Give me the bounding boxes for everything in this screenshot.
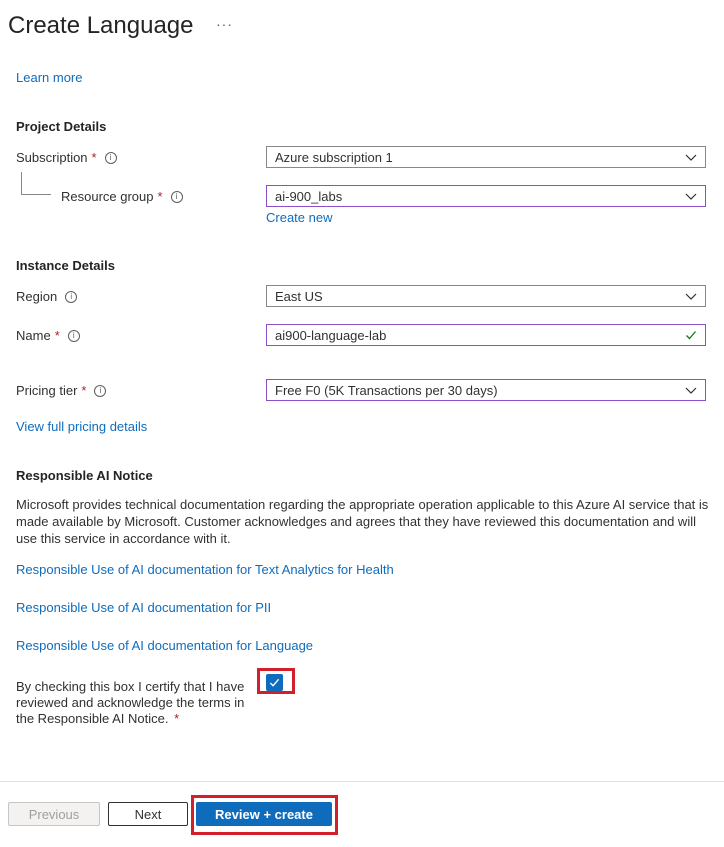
- subscription-dropdown[interactable]: Azure subscription 1: [266, 146, 706, 168]
- region-value: East US: [275, 288, 323, 304]
- name-value: ai900-language-lab: [275, 327, 387, 343]
- responsible-ai-notice-text: Microsoft provides technical documentati…: [16, 497, 709, 546]
- required-marker: *: [54, 328, 60, 343]
- responsible-ai-heading: Responsible AI Notice: [16, 468, 153, 483]
- resource-group-dropdown[interactable]: ai-900_labs: [266, 185, 706, 207]
- required-marker: *: [157, 189, 163, 204]
- name-label: Name * i: [16, 328, 80, 343]
- name-label-text: Name: [16, 328, 51, 343]
- region-label-text: Region: [16, 289, 58, 304]
- required-marker: *: [91, 150, 97, 165]
- create-new-link[interactable]: Create new: [266, 210, 332, 225]
- pricing-tier-label: Pricing tier * i: [16, 383, 107, 398]
- valid-check-icon: [686, 331, 696, 340]
- required-marker: *: [174, 711, 180, 726]
- page-title: Create Language: [8, 12, 194, 39]
- chevron-down-icon: [685, 154, 697, 161]
- resource-group-label: Resource group * i: [61, 189, 183, 204]
- subscription-label: Subscription * i: [16, 150, 117, 165]
- info-icon[interactable]: i: [94, 384, 107, 397]
- chevron-down-icon: [685, 387, 697, 394]
- resource-group-value: ai-900_labs: [275, 188, 343, 204]
- chevron-down-icon: [685, 193, 697, 200]
- name-input[interactable]: ai900-language-lab: [266, 324, 706, 346]
- required-marker: *: [81, 383, 87, 398]
- instance-details-heading: Instance Details: [16, 258, 115, 273]
- info-icon[interactable]: i: [104, 151, 117, 164]
- pricing-tier-label-text: Pricing tier: [16, 383, 78, 398]
- tree-connector: [21, 172, 22, 194]
- pricing-tier-value: Free F0 (5K Transactions per 30 days): [275, 382, 498, 398]
- next-button[interactable]: Next: [108, 802, 188, 826]
- doc-link-text-analytics-health[interactable]: Responsible Use of AI documentation for …: [16, 562, 394, 577]
- region-dropdown[interactable]: East US: [266, 285, 706, 307]
- project-details-heading: Project Details: [16, 119, 107, 134]
- region-label: Region i: [16, 289, 78, 304]
- more-options-button[interactable]: ···: [216, 16, 233, 32]
- doc-link-pii[interactable]: Responsible Use of AI documentation for …: [16, 600, 271, 615]
- pricing-tier-dropdown[interactable]: Free F0 (5K Transactions per 30 days): [266, 379, 706, 401]
- certify-label: By checking this box I certify that I ha…: [16, 679, 252, 727]
- chevron-down-icon: [685, 293, 697, 300]
- checkmark-icon: [269, 678, 280, 687]
- subscription-value: Azure subscription 1: [275, 149, 393, 165]
- review-create-button[interactable]: Review + create: [196, 802, 332, 826]
- info-icon[interactable]: i: [170, 190, 183, 203]
- resource-group-label-text: Resource group: [61, 189, 154, 204]
- certify-checkbox[interactable]: [266, 674, 283, 691]
- learn-more-link[interactable]: Learn more: [16, 70, 82, 85]
- footer-divider: [0, 781, 724, 782]
- info-icon[interactable]: i: [67, 329, 80, 342]
- doc-link-language[interactable]: Responsible Use of AI documentation for …: [16, 638, 313, 653]
- info-icon[interactable]: i: [65, 290, 78, 303]
- certify-text: By checking this box I certify that I ha…: [16, 679, 245, 726]
- previous-button[interactable]: Previous: [8, 802, 100, 826]
- subscription-label-text: Subscription: [16, 150, 88, 165]
- tree-connector-horizontal: [21, 194, 51, 195]
- view-pricing-link[interactable]: View full pricing details: [16, 419, 147, 434]
